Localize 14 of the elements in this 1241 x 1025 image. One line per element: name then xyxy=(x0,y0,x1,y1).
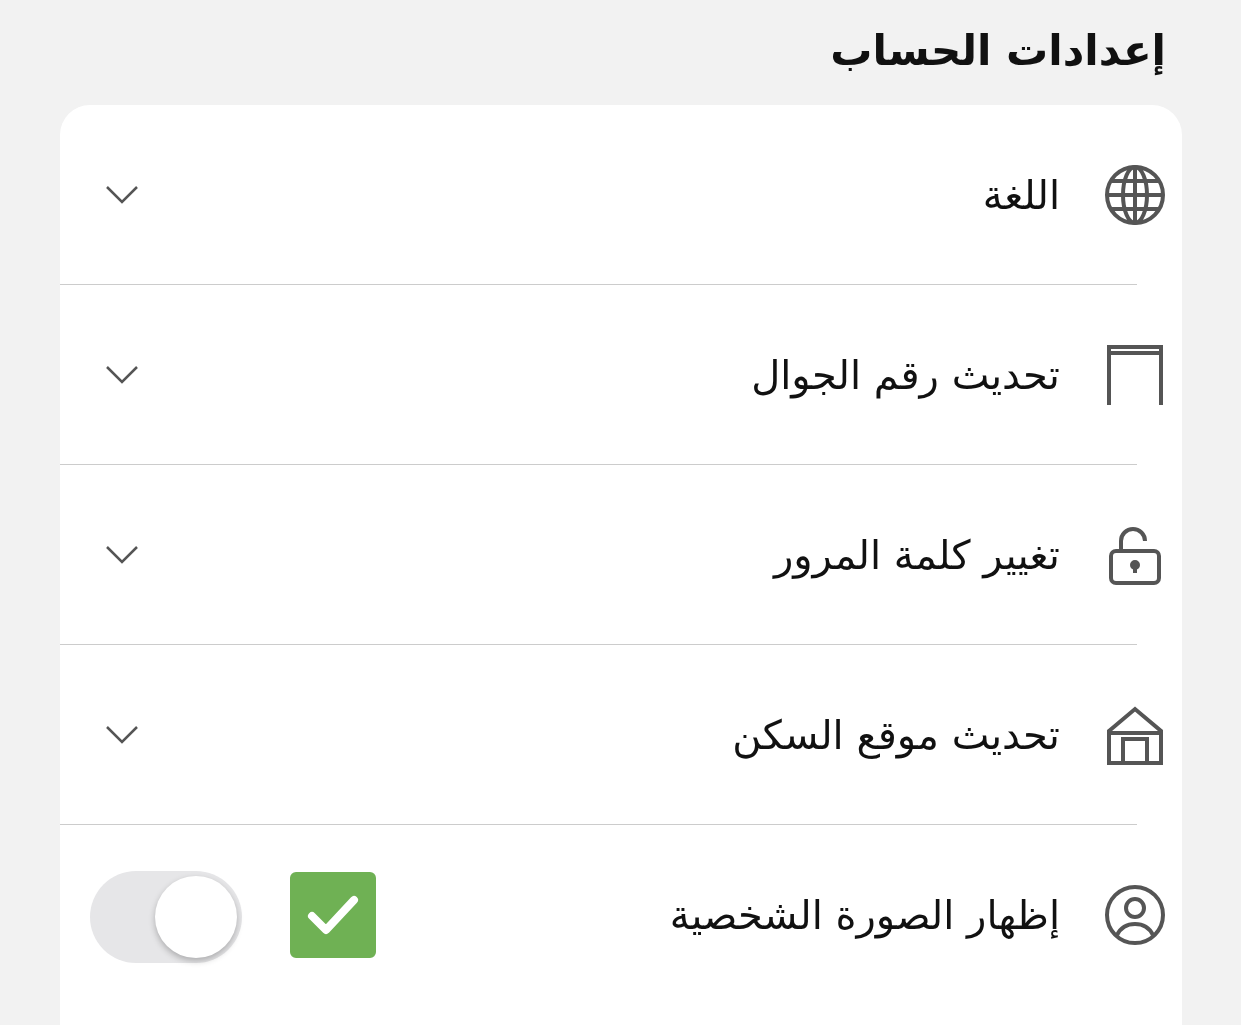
chevron-down-icon[interactable] xyxy=(105,184,139,205)
chevron-down-icon[interactable] xyxy=(105,544,139,565)
setting-label[interactable]: تحديث موقع السكن xyxy=(732,711,1060,758)
setting-label[interactable]: تغيير كلمة المرور xyxy=(773,531,1060,578)
setting-label[interactable]: تحديث رقم الجوال xyxy=(751,351,1060,398)
chevron-down-icon[interactable] xyxy=(105,364,139,385)
toggle-thumb[interactable] xyxy=(155,876,237,958)
setting-label[interactable]: اللغة xyxy=(982,171,1060,218)
user-circle-icon xyxy=(1103,883,1167,947)
globe-icon xyxy=(1103,162,1167,227)
setting-label[interactable]: إظهار الصورة الشخصية xyxy=(669,892,1060,938)
checkbox[interactable] xyxy=(290,872,376,958)
chevron-down-icon[interactable] xyxy=(105,724,139,745)
page-title: إعدادات الحساب xyxy=(829,25,1167,77)
